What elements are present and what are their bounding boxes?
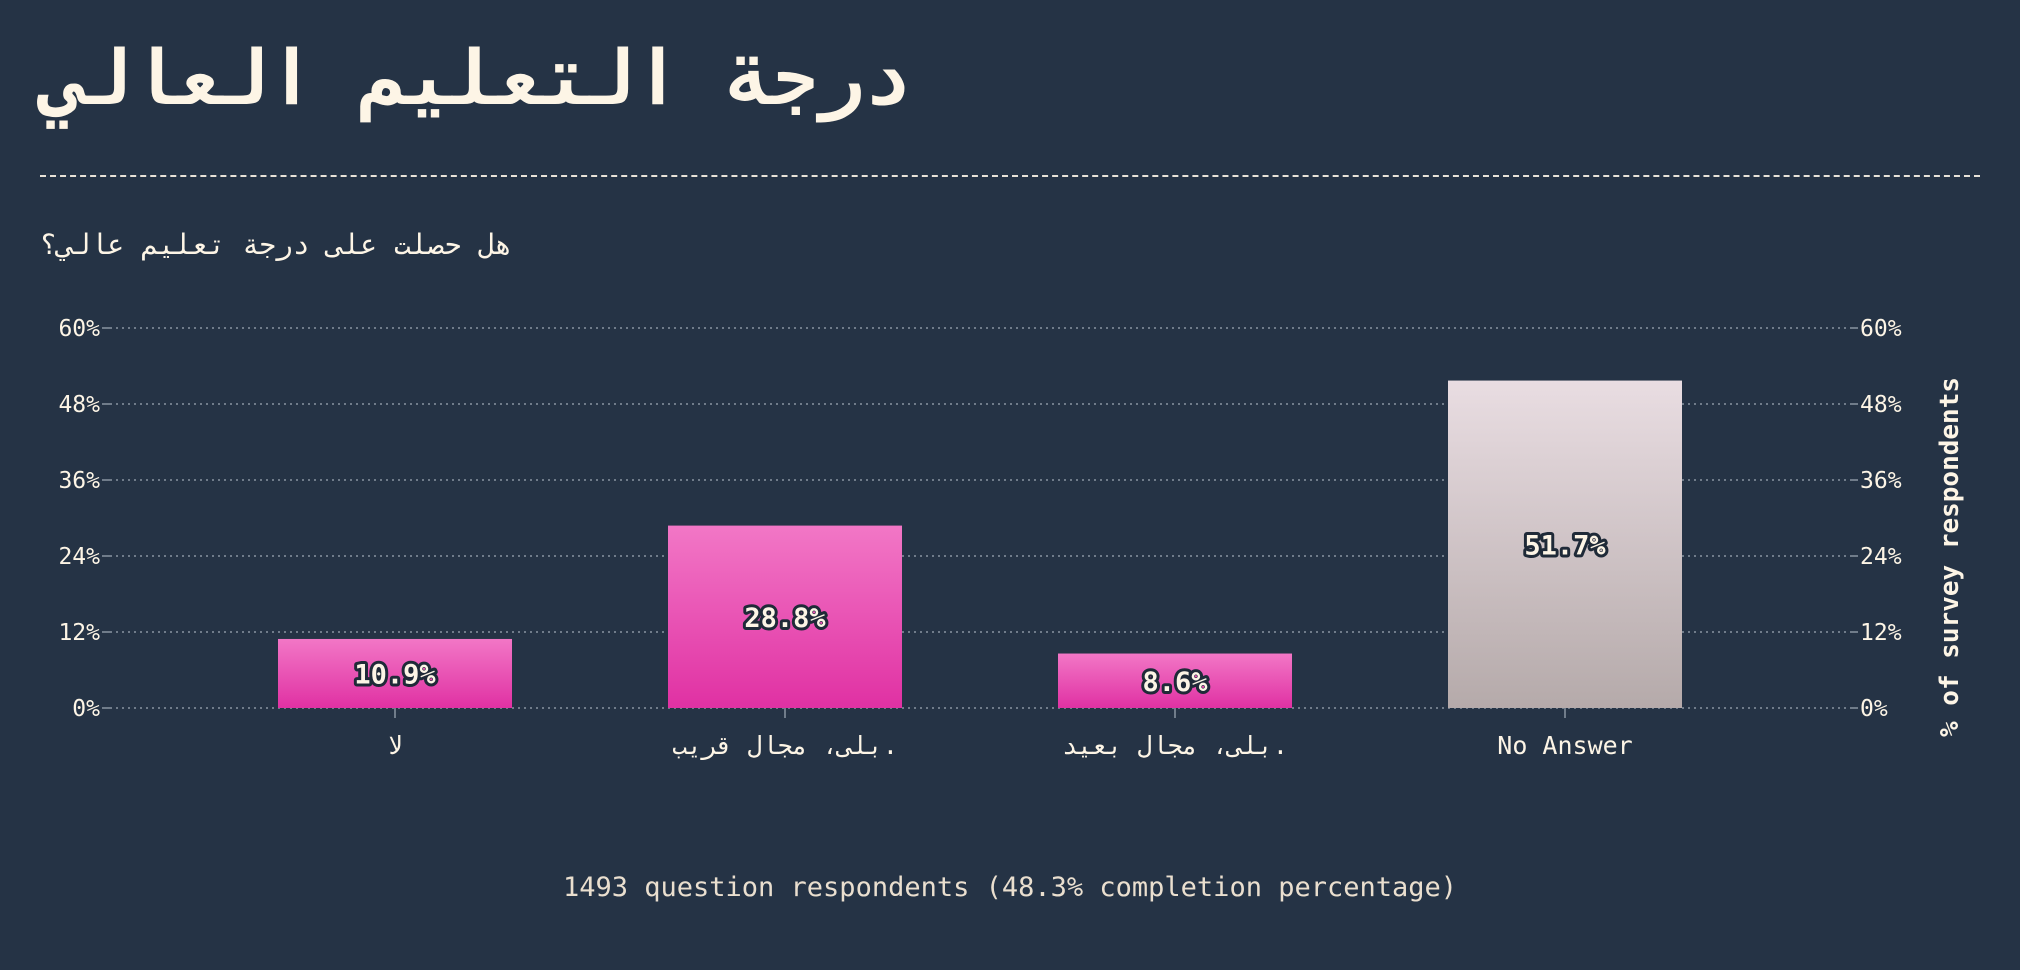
bar-value-label: 28.8% bbox=[744, 603, 826, 634]
y-tick-label-right: 24% bbox=[1860, 544, 1902, 570]
y-tick-label-left: 60% bbox=[58, 316, 100, 342]
y-tick-label-left: 24% bbox=[58, 544, 100, 570]
y-axis-title: % of survey respondents bbox=[1935, 377, 1965, 737]
bar-value-label: 10.9% bbox=[354, 659, 436, 690]
y-tick-label-right: 36% bbox=[1860, 468, 1902, 494]
y-tick-label-left: 0% bbox=[72, 696, 100, 722]
y-tick-label-right: 0% bbox=[1860, 696, 1888, 722]
respondents-footer: 1493 question respondents (48.3% complet… bbox=[562, 872, 1458, 903]
y-tick-label-left: 12% bbox=[58, 620, 100, 646]
y-tick-label-right: 60% bbox=[1860, 316, 1902, 342]
x-tick-label: بلى، مجال قريب. bbox=[672, 731, 898, 760]
x-tick-label: بلى، مجال بعيد. bbox=[1062, 731, 1288, 760]
bar-value-label: 8.6% bbox=[1142, 667, 1208, 698]
bar-chart: 0% 0% 12% 12% 24% 24% 36% 36% 48% 48% 60% 60% 10.9%… bbox=[58, 316, 1965, 760]
y-tick-label-left: 48% bbox=[58, 392, 100, 418]
bar-value-label: 51.7% bbox=[1524, 530, 1606, 561]
y-tick-label-right: 12% bbox=[1860, 620, 1902, 646]
x-tick-label: No Answer bbox=[1497, 731, 1632, 760]
y-tick-label-left: 36% bbox=[58, 468, 100, 494]
x-tick-label: لا bbox=[387, 731, 402, 760]
x-axis-ticks: لا بلى، مجال قريب. بلى، مجال بعيد. No Answe… bbox=[387, 708, 1633, 760]
bars bbox=[278, 380, 1682, 708]
y-tick-label-right: 48% bbox=[1860, 392, 1902, 418]
